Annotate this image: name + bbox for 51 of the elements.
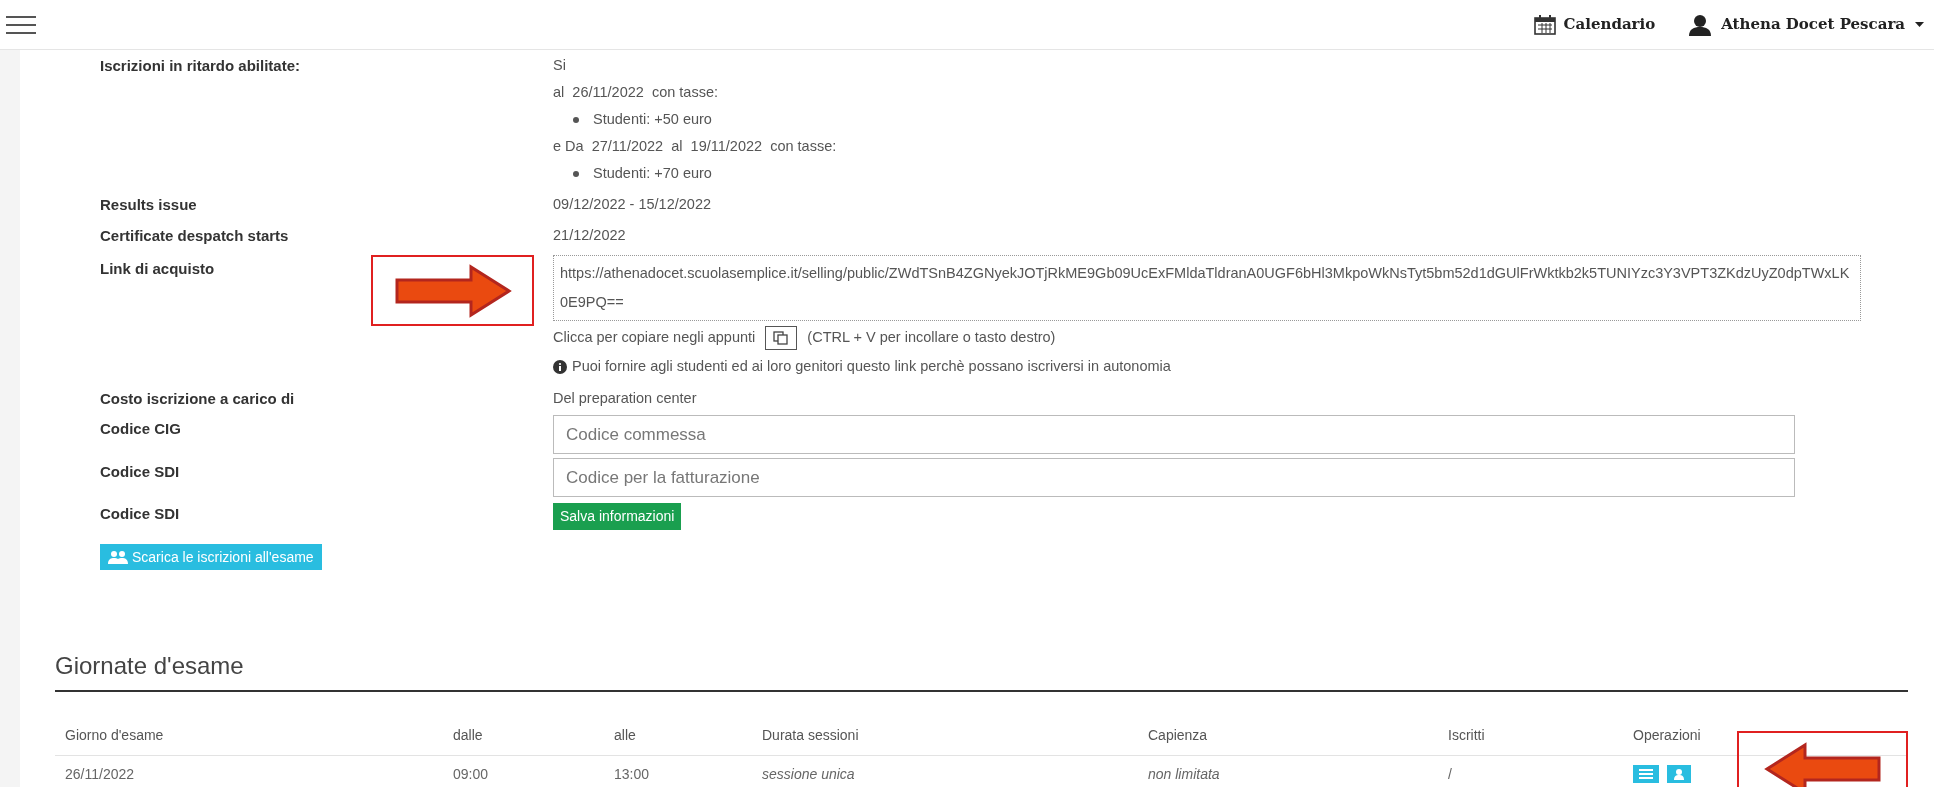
copy-button[interactable] (765, 326, 798, 350)
table-cell: non limitata (1148, 765, 1220, 782)
table-cell: 26/11/2022 (65, 765, 135, 782)
field-label: Results issue (100, 195, 198, 215)
column-header: Durata sessioni (762, 727, 859, 743)
list-icon (1639, 769, 1653, 779)
text-input[interactable]: Codice per la fatturazione (553, 458, 1795, 497)
period-text: al 26/11/2022 con tasse: (553, 83, 719, 102)
caret-icon (1915, 21, 1924, 28)
field-label: Certificate despatch starts (100, 226, 290, 246)
copy-text: Clicca per copiare negli appunti (553, 328, 756, 348)
column-header: Capienza (1148, 727, 1208, 743)
field-label: Codice CIG (100, 419, 182, 439)
field-label: Codice SDI (100, 462, 181, 482)
fee-text: Studenti: +70 euro (593, 164, 712, 183)
field-value: 21/12/2022 (553, 226, 626, 245)
period-text: e Da 27/11/2022 al 19/11/2022 con tasse: (553, 137, 837, 156)
info-icon (553, 360, 567, 374)
menu-icon[interactable] (6, 13, 36, 36)
info-text: Puoi fornire agli studenti ed ai loro genitori questo link perchè possano iscriversi in autonomia (572, 357, 1171, 377)
link-field[interactable]: https://athenadocet.scuolasemplice.it/selling/public/ZWdTSnB4ZGNyekJOTjRkME9Gb09UcExFMldaTldranA0UGF6bHl3MkpoWkNsTyt5bm52d1dGUlFrWktkb2k5TUNIYzc3Y3VPT3ZKdzUyZ0dpTWxLK0E9PQ== (553, 255, 1861, 321)
column-header: dalle (453, 727, 483, 743)
table-cell: sessione unica (762, 765, 855, 782)
calendar-link[interactable]: Calendario (1533, 13, 1656, 36)
field-value: Del preparation center (553, 389, 697, 408)
column-header: alle (614, 727, 636, 743)
field-label: Iscrizioni in ritardo abilitate: (100, 56, 302, 76)
user-icon (1674, 768, 1684, 780)
table-cell: 13:00 (614, 765, 650, 782)
arrow-icon (1762, 742, 1883, 787)
column-header: Giorno d'esame (65, 727, 164, 743)
field-label: Link di acquisto (100, 259, 216, 279)
table-cell: / (1448, 765, 1452, 782)
calendar-icon (1533, 14, 1556, 35)
column-header: Iscritti (1448, 727, 1485, 743)
section-title: Giornate d'esame (55, 648, 1908, 692)
users-icon (108, 550, 128, 564)
user-icon (1689, 13, 1712, 36)
user-menu[interactable]: Athena Docet Pescara (1689, 13, 1924, 36)
field-value: Si (553, 56, 567, 75)
table-cell: 09:00 (453, 765, 489, 782)
field-value: 09/12/2022 - 15/12/2022 (553, 195, 712, 214)
field-label: Codice SDI (100, 504, 181, 524)
fee-text: Studenti: +50 euro (593, 110, 712, 129)
copy-hint: (CTRL + V per incollare o tasto destro) (807, 328, 1056, 348)
copy-icon (773, 331, 790, 345)
column-header: Operazioni (1633, 727, 1701, 743)
bullet-icon (573, 116, 579, 123)
text-input[interactable]: Codice commessa (553, 415, 1795, 454)
field-label: Costo iscrizione a carico di (100, 389, 296, 409)
bullet-icon (573, 170, 579, 177)
